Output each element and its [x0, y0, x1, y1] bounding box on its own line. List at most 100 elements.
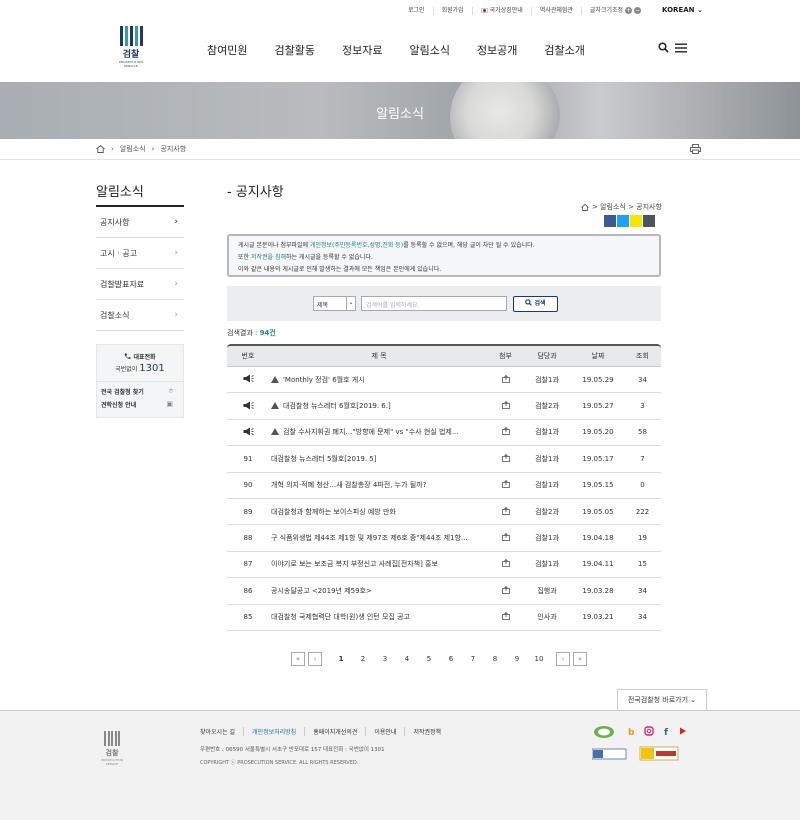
nav-item-about[interactable]: 검찰소개: [544, 42, 584, 58]
row-title[interactable]: 대검찰청 뉴스레터 6월호[2019. 6.]: [269, 401, 489, 411]
footer-link-directions[interactable]: 찾아오시는 길: [200, 727, 243, 736]
row-title[interactable]: 대검찰청 국제협력단 대학(원)생 인턴 모집 공고: [269, 612, 489, 622]
site-logo[interactable]: 검찰 PROSECUTION SERVICE: [113, 26, 149, 68]
last-page-button[interactable]: »: [573, 652, 587, 666]
row-title[interactable]: 개혁 의지·적폐 청산…새 검찰총장 4파전, 누가 될까?: [269, 480, 489, 490]
row-title[interactable]: 'Monthly 정검' 6월호 게시: [269, 375, 489, 385]
search-button[interactable]: 검색: [513, 296, 558, 312]
table-row[interactable]: 89 대검찰청과 함께하는 보이스피싱 예방 만화 검찰2과 19.05.05 222: [227, 499, 661, 526]
page-banner: 알림소식: [0, 82, 800, 139]
side-quick-links: 전국 검찰청 찾기 ⌾ 견학신청 안내 ▣: [96, 381, 184, 418]
sidebar-item-notice[interactable]: 공지사항 ›: [96, 207, 184, 238]
sidebar-item-press[interactable]: 검찰발표자료 ›: [96, 269, 184, 300]
attachment-icon[interactable]: [489, 374, 522, 385]
location-pin-icon: ⌾: [168, 387, 173, 395]
facebook-icon[interactable]: [604, 215, 616, 227]
row-title[interactable]: 대검찰청 뉴스레터 5월호[2019. 5]: [269, 454, 489, 464]
table-row[interactable]: 91 대검찰청 뉴스레터 5월호[2019. 5] 검찰1과 19.05.17 7: [227, 446, 661, 473]
row-title[interactable]: 대검찰청과 함께하는 보이스피싱 예방 만화: [269, 507, 489, 517]
kakao-icon[interactable]: [630, 215, 642, 227]
row-title[interactable]: 구 식품위생법 제44조 제1항 및 제97조 제6호 중"제44조 제1항..…: [269, 533, 489, 543]
blog-icon[interactable]: [643, 215, 655, 227]
sidebar-item-label: 고시 · 공고: [100, 249, 138, 258]
row-date: 19.04.18: [582, 534, 614, 543]
row-views: 15: [638, 560, 647, 569]
footer-logo: 검찰 PROSECUTION SERVICE: [97, 731, 127, 766]
page-number-link[interactable]: 1: [330, 655, 352, 663]
signup-link[interactable]: 회원가입: [432, 7, 472, 15]
row-title[interactable]: 검찰 수사지휘권 폐지…"방향에 문제" vs "수사 현실 법제...: [269, 427, 489, 437]
notice-speaker-icon: [227, 401, 269, 412]
attachment-icon[interactable]: [489, 585, 522, 596]
find-office-link[interactable]: 전국 검찰청 찾기 ⌾: [101, 387, 179, 400]
prev-page-button[interactable]: ‹: [308, 652, 322, 666]
history-hall-link[interactable]: 역사관체험관: [530, 7, 581, 15]
page-number-link[interactable]: 3: [374, 655, 396, 663]
page-number-link[interactable]: 7: [462, 655, 484, 663]
attachment-icon[interactable]: [489, 427, 522, 437]
search-input[interactable]: 검색어를 입력하세요.: [361, 296, 507, 311]
tour-link[interactable]: 견학신청 안내 ▣: [101, 400, 179, 413]
chevron-right-icon: ›: [111, 145, 114, 153]
attachment-icon[interactable]: [489, 559, 522, 569]
nav-item-news[interactable]: 알림소식: [409, 42, 449, 58]
print-icon[interactable]: [690, 144, 701, 154]
notice-line: 이와 같은 내용의 게시글로 인해 발생하는 결과에 모든 책임은 본인에게 있…: [238, 266, 442, 273]
first-page-button[interactable]: «: [291, 652, 305, 666]
language-select[interactable]: KOREAN ⌄: [662, 6, 703, 14]
attachment-icon[interactable]: [489, 480, 522, 490]
font-minus-icon[interactable]: −: [634, 7, 642, 14]
national-symbol-link[interactable]: 국가상징안내: [471, 7, 531, 15]
page-number-link[interactable]: 8: [484, 655, 506, 663]
breadcrumb-item[interactable]: 공지사항: [160, 144, 186, 154]
page-number-link[interactable]: 4: [396, 655, 418, 663]
twitter-icon[interactable]: [617, 215, 629, 227]
row-title[interactable]: 이야기로 보는 보조금 복지 부정신고 사례집[전자책] 홍보: [269, 559, 489, 569]
table-row[interactable]: 87 이야기로 보는 보조금 복지 부정신고 사례집[전자책] 홍보 검찰1과 19.…: [227, 552, 661, 579]
table-row[interactable]: 88 구 식품위생법 제44조 제1항 및 제97조 제6호 중"제44조 제1항…: [227, 525, 661, 552]
page-number-link[interactable]: 10: [528, 655, 550, 663]
breadcrumb-item[interactable]: 알림소식: [120, 144, 146, 154]
footer-link-privacy[interactable]: 개인정보처리방침: [243, 727, 304, 736]
font-plus-icon[interactable]: +: [625, 7, 633, 14]
table-row[interactable]: 86 공시송달공고 <2019년 제59호> 집행과 19.03.28 34: [227, 578, 661, 605]
page-number-link[interactable]: 6: [440, 655, 462, 663]
row-views: 34: [638, 613, 647, 622]
nav-item-disclosure[interactable]: 정보공개: [477, 42, 517, 58]
page-number-link[interactable]: 5: [418, 655, 440, 663]
table-row[interactable]: 'Monthly 정검' 6월호 게시 검찰1과 19.05.29 34: [227, 367, 661, 394]
footer-link-copyright[interactable]: 저작권정책: [404, 727, 449, 736]
sidebar-item-announcement[interactable]: 고시 · 공고 ›: [96, 238, 184, 269]
col-header-title: 제 목: [371, 352, 387, 360]
sidebar-item-news[interactable]: 검찰소식 ›: [96, 300, 184, 331]
menu-icon[interactable]: [675, 43, 687, 53]
login-link[interactable]: 로그인: [400, 7, 433, 15]
attachment-icon[interactable]: [489, 401, 522, 411]
next-page-button[interactable]: ›: [556, 652, 570, 666]
table-row[interactable]: 검찰 수사지휘권 폐지…"방향에 문제" vs "수사 현실 법제... 검찰1과…: [227, 420, 661, 447]
table-row[interactable]: 85 대검찰청 국제협력단 대학(원)생 인턴 모집 공고 인사과 19.03.21 3…: [227, 605, 661, 631]
row-views: 0: [640, 481, 645, 490]
office-shortcut-select[interactable]: 전국검찰청 바로가기 ⌄: [617, 689, 707, 710]
nav-item-activity[interactable]: 검찰활동: [274, 42, 314, 58]
attachment-icon[interactable]: [489, 506, 522, 517]
table-row[interactable]: 90 개혁 의지·적폐 청산…새 검찰총장 4파전, 누가 될까? 검찰1과 19.0…: [227, 473, 661, 499]
home-icon: [581, 203, 589, 211]
table-row[interactable]: 대검찰청 뉴스레터 6월호[2019. 6.] 검찰2과 19.05.27 3: [227, 393, 661, 420]
nav-item-info[interactable]: 정보자료: [342, 42, 382, 58]
row-title[interactable]: 공시송달공고 <2019년 제59호>: [269, 586, 489, 596]
footer-link-feedback[interactable]: 홈페이지개선의견: [304, 727, 365, 736]
row-number: 91: [243, 454, 253, 463]
footer-link-usage[interactable]: 이용안내: [365, 727, 404, 736]
page-number-link[interactable]: 2: [352, 655, 374, 663]
row-dept: 검찰1과: [535, 534, 559, 543]
search-type-select[interactable]: 제목 ⌄: [313, 296, 356, 311]
row-dept: 검찰1과: [535, 428, 559, 437]
attachment-icon[interactable]: [489, 532, 522, 543]
nav-item-civil[interactable]: 참여민원: [207, 42, 247, 58]
page-number-link[interactable]: 9: [506, 655, 528, 663]
search-icon[interactable]: [658, 42, 669, 53]
attachment-icon[interactable]: [489, 612, 522, 622]
attachment-icon[interactable]: [489, 453, 522, 464]
home-icon[interactable]: [96, 145, 105, 153]
